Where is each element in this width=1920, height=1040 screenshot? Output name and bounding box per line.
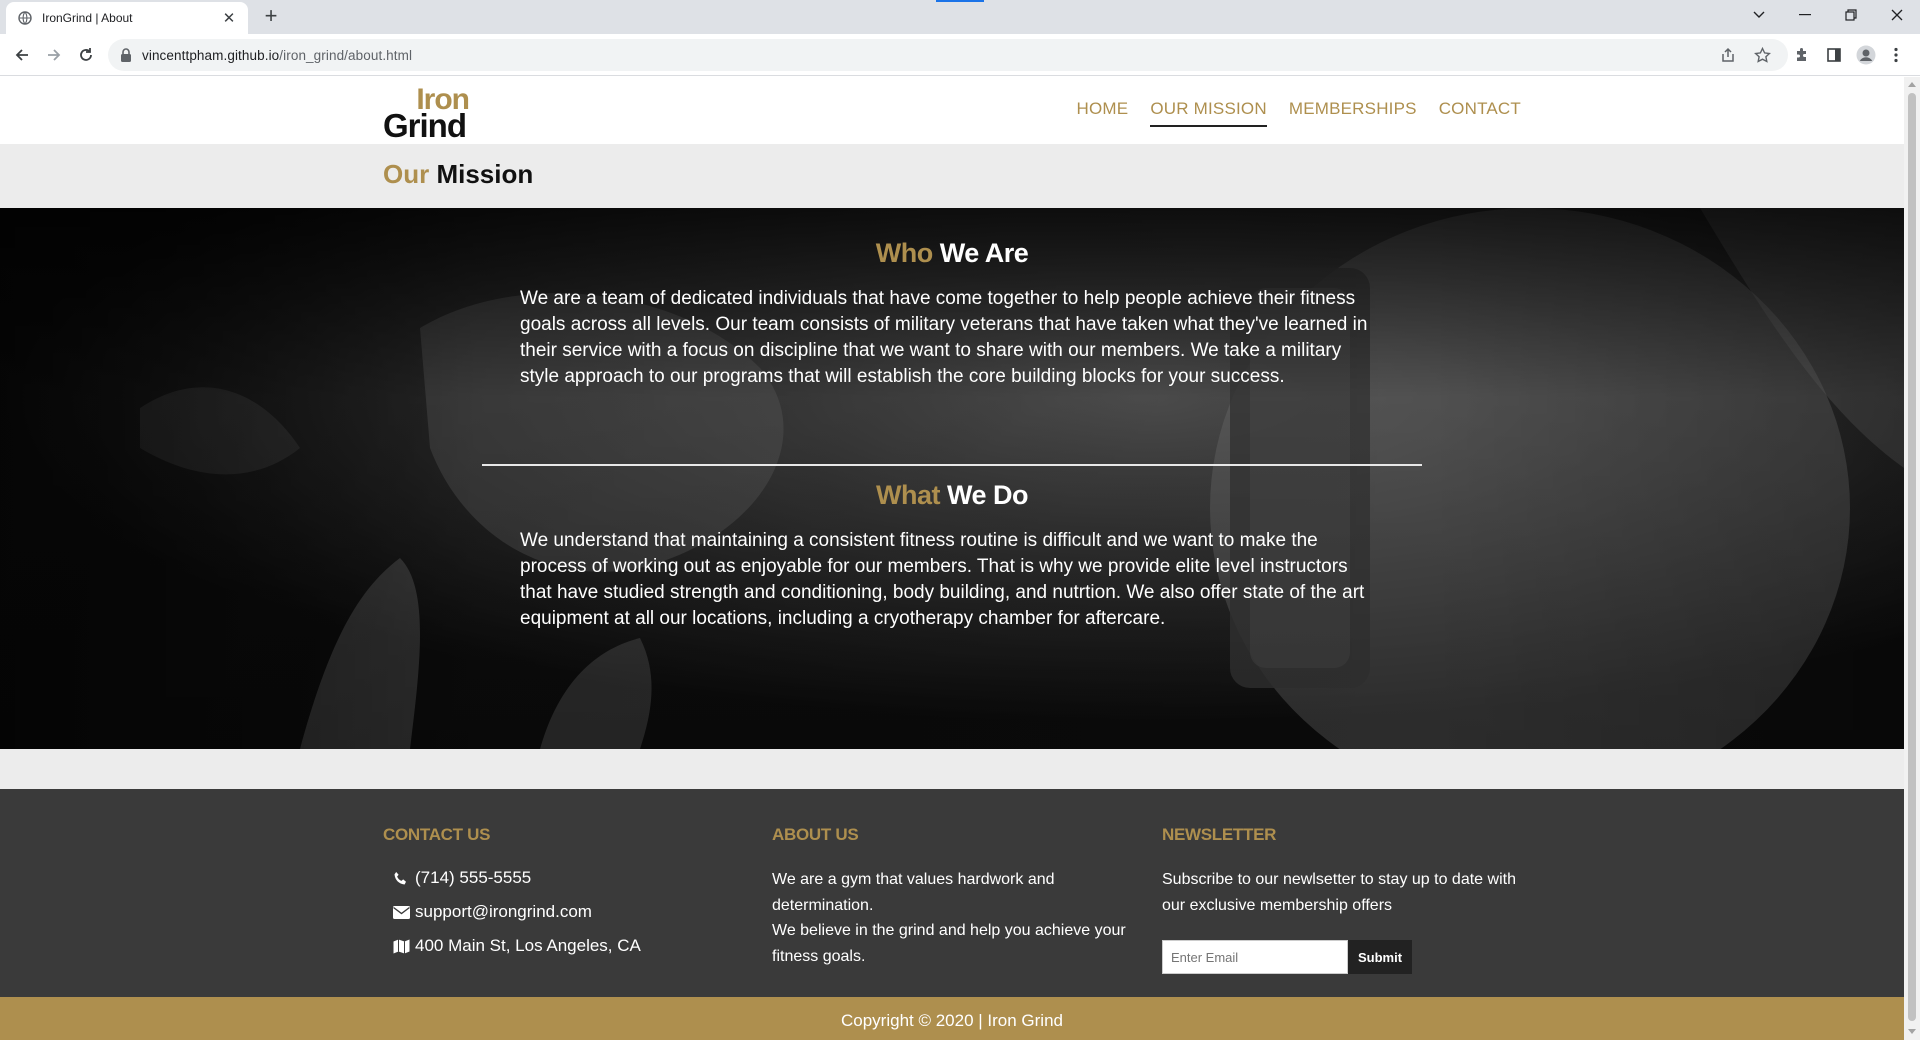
- profile-icon[interactable]: [1854, 43, 1878, 67]
- contact-phone[interactable]: (714) 555-5555: [383, 861, 723, 895]
- newsletter-form: Submit: [1162, 940, 1522, 974]
- scroll-down-arrow[interactable]: [1908, 1029, 1916, 1034]
- url-text: vincenttpham.github.io/iron_grind/about.…: [142, 48, 412, 63]
- reload-icon[interactable]: [74, 43, 98, 67]
- window-close-icon[interactable]: [1874, 0, 1920, 30]
- what-title-accent: What: [875, 480, 940, 510]
- newsletter-submit-button[interactable]: Submit: [1348, 940, 1412, 974]
- page-viewport: Iron Grind HOME OUR MISSION MEMBERSHIPS …: [0, 77, 1904, 1040]
- section-spacer: [0, 749, 1904, 789]
- restore-icon[interactable]: [1828, 0, 1874, 30]
- contact-heading: CONTACT US: [383, 825, 491, 844]
- page-scrollbar[interactable]: [1904, 77, 1920, 1040]
- address-bar[interactable]: vincenttpham.github.io/iron_grind/about.…: [108, 39, 1788, 71]
- what-we-do-title: What We Do: [0, 480, 1904, 511]
- logo-grind: Grind: [383, 107, 467, 144]
- about-heading: ABOUT US: [772, 825, 859, 844]
- who-title-accent: Who: [875, 238, 933, 268]
- url-path: /iron_grind/about.html: [279, 47, 413, 63]
- who-we-are-title: Who We Are: [0, 238, 1904, 269]
- contact-address-text: 400 Main St, Los Angeles, CA: [415, 936, 641, 955]
- section-divider: [482, 464, 1422, 466]
- contact-phone-text: (714) 555-5555: [415, 868, 532, 887]
- site-header: Iron Grind HOME OUR MISSION MEMBERSHIPS …: [0, 77, 1904, 144]
- chevron-down-icon[interactable]: [1736, 0, 1782, 30]
- copyright-bar: Copyright © 2020 | Iron Grind: [0, 997, 1904, 1040]
- page-title-bar: Our Mission: [0, 144, 1904, 208]
- about-line1: We are a gym that values hardwork and de…: [772, 871, 1055, 914]
- nav-our-mission[interactable]: OUR MISSION: [1150, 99, 1267, 127]
- kebab-menu-icon[interactable]: [1884, 43, 1908, 67]
- copyright-text: Copyright © 2020 | Iron Grind: [841, 1011, 1063, 1030]
- site-logo[interactable]: Iron Grind: [383, 83, 473, 144]
- back-icon[interactable]: [10, 43, 34, 67]
- lock-icon[interactable]: [120, 48, 132, 62]
- close-icon[interactable]: ✕: [220, 9, 238, 27]
- nav-contact[interactable]: CONTACT: [1439, 99, 1521, 127]
- share-icon[interactable]: [1718, 45, 1738, 65]
- newsletter-text: Subscribe to our newlsetter to stay up t…: [1162, 871, 1516, 914]
- plus-icon[interactable]: +: [258, 4, 284, 30]
- contact-email-text: support@irongrind.com: [415, 902, 592, 921]
- what-title-main: We Do: [946, 480, 1029, 510]
- browser-tab-strip: IronGrind | About ✕ +: [0, 0, 1920, 34]
- scroll-up-arrow[interactable]: [1908, 82, 1916, 87]
- nav-home[interactable]: HOME: [1077, 99, 1129, 127]
- page-title: Our Mission: [383, 159, 533, 190]
- who-we-are-text: We are a team of dedicated individuals t…: [520, 288, 1368, 387]
- page-title-main: Mission: [436, 159, 534, 189]
- extensions-icon[interactable]: [1790, 43, 1814, 67]
- nav-memberships[interactable]: MEMBERSHIPS: [1289, 99, 1417, 127]
- page-title-accent: Our: [383, 159, 430, 189]
- browser-tab[interactable]: IronGrind | About ✕: [6, 2, 248, 34]
- main-nav: HOME OUR MISSION MEMBERSHIPS CONTACT: [1077, 99, 1521, 127]
- who-title-main: We Are: [939, 238, 1029, 268]
- newsletter-heading: NEWSLETTER: [1162, 825, 1277, 844]
- scrollbar-thumb[interactable]: [1908, 93, 1916, 1021]
- url-host: vincenttpham.github.io: [142, 47, 280, 63]
- side-panel-icon[interactable]: [1822, 43, 1846, 67]
- about-line2: We believe in the grind and help you ach…: [772, 922, 1126, 965]
- what-we-do-text: We understand that maintaining a consist…: [520, 530, 1365, 629]
- phone-icon: [393, 870, 411, 886]
- envelope-icon: [393, 904, 411, 920]
- tab-search-indicator: [936, 0, 984, 2]
- minimize-icon[interactable]: [1782, 0, 1828, 30]
- tab-title: IronGrind | About: [42, 11, 133, 25]
- globe-icon: [18, 11, 32, 25]
- contact-email[interactable]: support@irongrind.com: [383, 895, 723, 929]
- map-icon: [393, 938, 411, 954]
- footer-newsletter: NEWSLETTER Subscribe to our newlsetter t…: [1162, 825, 1522, 974]
- hero-content: Who We Are We are a team of dedicated in…: [0, 208, 1904, 749]
- site-footer: CONTACT US (714) 555-5555 support@irongr…: [0, 789, 1904, 997]
- star-icon[interactable]: [1752, 45, 1772, 65]
- footer-contact: CONTACT US (714) 555-5555 support@irongr…: [383, 825, 723, 963]
- browser-toolbar: vincenttpham.github.io/iron_grind/about.…: [0, 34, 1920, 76]
- contact-address[interactable]: 400 Main St, Los Angeles, CA: [383, 929, 723, 963]
- mission-hero: Who We Are We are a team of dedicated in…: [0, 208, 1904, 749]
- footer-about: ABOUT US We are a gym that values hardwo…: [772, 825, 1132, 969]
- forward-icon[interactable]: [42, 43, 66, 67]
- newsletter-email-input[interactable]: [1162, 940, 1348, 974]
